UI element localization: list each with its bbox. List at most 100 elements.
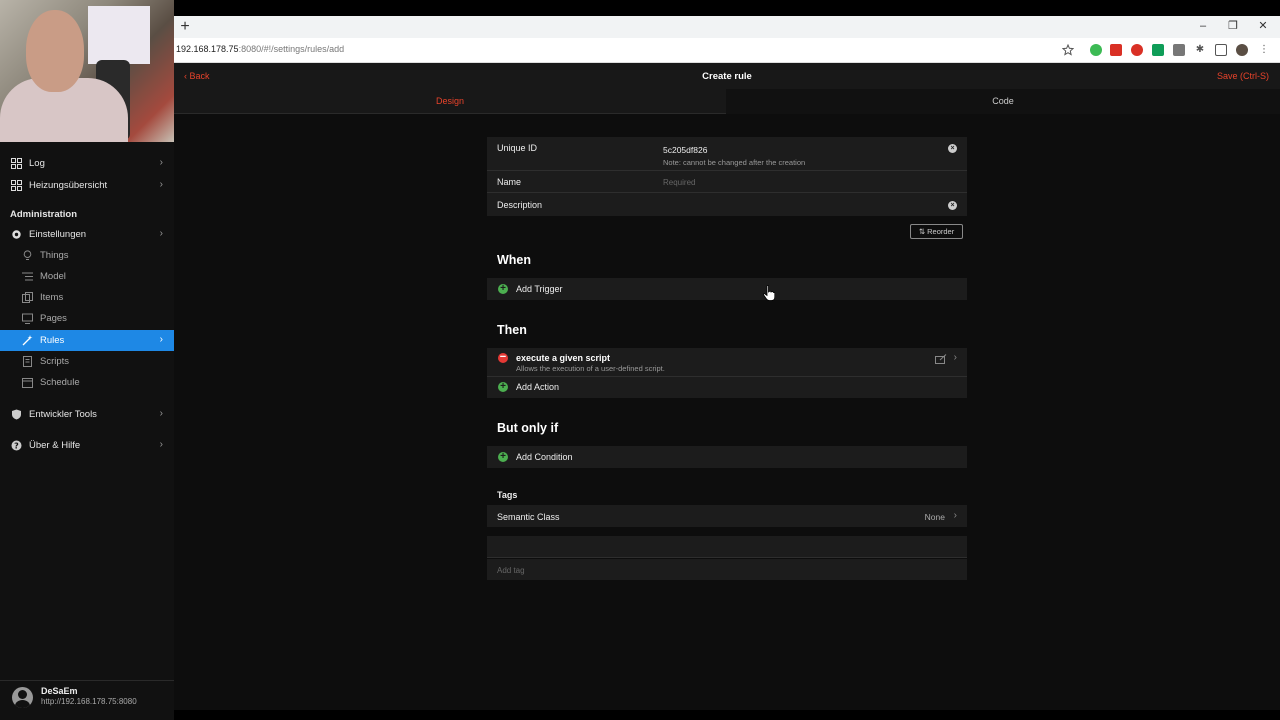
rule-info-form: Unique ID 5c205df826 Note: cannot be cha… <box>487 137 967 216</box>
server-url: http://192.168.178.75:8080 <box>41 697 137 706</box>
browser-tabstrip: + – ❐ ✕ <box>174 16 1280 38</box>
sidebar-item-label: Über & Hilfe <box>29 440 81 451</box>
sidebar-item-label: Scripts <box>40 356 70 367</box>
tab-code[interactable]: Code <box>726 89 1280 114</box>
add-condition-row[interactable]: + Add Condition <box>487 446 967 468</box>
sidebar-item-rules[interactable]: Rules › <box>0 330 174 351</box>
copy-icon <box>22 292 33 303</box>
edit-script-icon[interactable] <box>935 354 947 364</box>
chevron-right-icon: › <box>159 439 163 450</box>
cast-icon[interactable] <box>1215 44 1227 56</box>
extension-grey-icon[interactable] <box>1173 44 1185 56</box>
sidebar-item-label: Pages <box>40 313 67 324</box>
sidebar-item-log[interactable]: Log › <box>0 153 174 174</box>
browser-top-strip <box>174 0 1280 16</box>
extension-opera-icon[interactable] <box>1131 44 1143 56</box>
uid-input[interactable]: 5c205df826 <box>663 145 707 155</box>
extension-s-icon[interactable] <box>1152 44 1164 56</box>
puzzle-icon[interactable]: ✱ <box>1194 44 1206 56</box>
url-path: :8080/#!/settings/rules/add <box>238 44 345 54</box>
minimize-button[interactable]: – <box>1188 16 1218 38</box>
sidebar-item-things[interactable]: Things <box>0 245 174 266</box>
webcam-person-head <box>26 10 84 92</box>
clear-description-icon[interactable]: × <box>948 201 957 210</box>
add-icon: + <box>498 452 508 462</box>
sidebar-item-label: Heizungsübersicht <box>29 180 108 191</box>
sidebar-item-label: Items <box>40 292 64 303</box>
chevron-right-icon: › <box>159 179 163 190</box>
semantic-class-row[interactable]: Semantic Class None › <box>487 505 967 527</box>
add-action-label: Add Action <box>516 382 560 392</box>
url-text[interactable]: 192.168.178.75:8080/#!/settings/rules/ad… <box>176 44 344 54</box>
add-trigger-row[interactable]: + Add Trigger <box>487 278 967 300</box>
sidebar-item-pages[interactable]: Pages <box>0 308 174 329</box>
reorder-button[interactable]: ⇅ Reorder <box>910 224 963 239</box>
user-profile[interactable]: DeSaEm http://192.168.178.75:8080 <box>0 680 174 720</box>
sidebar-item-einstellungen[interactable]: Einstellungen › <box>0 224 174 245</box>
semantic-class-label: Semantic Class <box>497 512 560 522</box>
but-only-if-header: But only if <box>497 421 559 435</box>
save-button[interactable]: Save (Ctrl-S) <box>1217 71 1269 81</box>
action-item[interactable]: − execute a given script Allows the exec… <box>487 348 967 377</box>
clear-uid-icon[interactable]: × <box>948 144 957 153</box>
svg-text:?: ? <box>14 441 19 450</box>
when-header: When <box>497 253 532 267</box>
more-menu-icon[interactable]: ⋮ <box>1258 44 1270 56</box>
main-content: ‹ Back Create rule Save (Ctrl-S) Design … <box>174 63 1280 710</box>
sidebar-item-label: Log <box>29 158 45 169</box>
add-tag-row[interactable]: Add tag <box>487 559 967 580</box>
action-description: Allows the execution of a user-defined s… <box>516 364 665 373</box>
remove-icon[interactable]: − <box>498 352 508 363</box>
description-label: Description <box>497 200 543 210</box>
sidebar-item-label: Rules <box>40 335 65 346</box>
chevron-right-icon: › <box>159 334 163 345</box>
webcam-poster <box>88 6 150 64</box>
sidebar-section-administration: Administration <box>10 209 78 220</box>
name-row[interactable]: Name Required <box>487 171 967 193</box>
uid-note: Note: cannot be changed after the creati… <box>663 158 806 167</box>
sidebar-item-schedule[interactable]: Schedule <box>0 372 174 393</box>
tags-header: Tags <box>497 490 518 500</box>
add-icon: + <box>498 284 508 294</box>
shield-icon <box>12 409 21 420</box>
semantic-class-value: None <box>924 512 945 522</box>
restore-button[interactable]: ❐ <box>1218 16 1248 38</box>
name-label: Name <box>497 177 522 187</box>
extension-video-icon[interactable] <box>1110 44 1122 56</box>
sidebar-item-heizungsuebersicht[interactable]: Heizungsübersicht › <box>0 175 174 196</box>
tab-bar: Design Code <box>174 89 1280 114</box>
name-input[interactable]: Required <box>663 178 695 187</box>
extension-green-icon[interactable] <box>1090 44 1102 56</box>
webcam-overlay <box>0 0 174 142</box>
grid-icon <box>11 158 22 169</box>
then-header: Then <box>497 323 527 337</box>
reorder-label: Reorder <box>927 227 955 236</box>
uid-row[interactable]: Unique ID 5c205df826 Note: cannot be cha… <box>487 137 967 171</box>
sidebar-item-label: Things <box>40 250 69 261</box>
add-icon: + <box>498 382 508 392</box>
tab-design[interactable]: Design <box>174 89 726 114</box>
sidebar-item-entwickler-tools[interactable]: Entwickler Tools › <box>0 404 174 425</box>
profile-avatar-icon[interactable] <box>1236 44 1248 56</box>
sidebar: Log › Heizungsübersicht › Administration… <box>0 142 174 720</box>
sidebar-item-items[interactable]: Items <box>0 287 174 308</box>
list-icon <box>22 272 33 281</box>
add-tag-input[interactable]: Add tag <box>497 566 525 575</box>
sidebar-item-model[interactable]: Model <box>0 266 174 287</box>
sidebar-item-scripts[interactable]: Scripts <box>0 351 174 372</box>
chevron-right-icon: › <box>953 510 957 521</box>
reorder-icon: ⇅ <box>918 227 928 236</box>
address-bar[interactable]: 192.168.178.75:8080/#!/settings/rules/ad… <box>174 38 1280 63</box>
new-tab-button[interactable]: + <box>176 18 194 36</box>
user-name: DeSaEm <box>41 686 78 696</box>
bookmark-star-icon[interactable] <box>1062 44 1074 56</box>
hand-cursor-icon <box>763 285 775 301</box>
sidebar-item-ueber-hilfe[interactable]: ? Über & Hilfe › <box>0 435 174 456</box>
close-window-button[interactable]: ✕ <box>1248 16 1278 38</box>
monitor-icon <box>22 313 33 324</box>
add-action-row[interactable]: + Add Action <box>487 377 967 398</box>
add-condition-label: Add Condition <box>516 452 573 462</box>
tags-list <box>487 536 967 558</box>
description-row[interactable]: Description × <box>487 193 967 216</box>
chevron-right-icon: › <box>953 352 957 363</box>
